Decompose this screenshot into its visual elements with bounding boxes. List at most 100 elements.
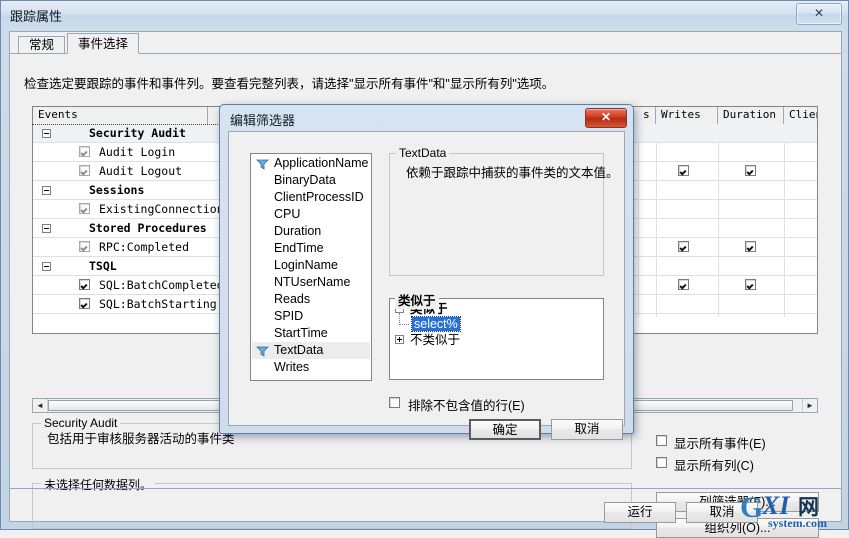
window-title: 跟踪属性 [10,9,63,24]
list-item[interactable]: Writes [252,359,370,376]
list-item-label: EndTime [274,241,324,255]
row-label: Audit Login [99,145,176,159]
footer-separator [9,488,842,489]
list-item-label: LoginName [274,258,338,272]
tab-general[interactable]: 常规 [18,36,66,54]
scroll-right-icon[interactable]: ► [802,399,817,412]
column-header-writes[interactable]: Writes [656,107,718,124]
list-item-label: StartTime [274,326,328,340]
filter-detail-text: 依赖于跟踪中捕获的事件类的文本值。 [406,166,619,180]
list-item[interactable]: SPID [252,308,370,325]
column-header-duration[interactable]: Duration [718,107,784,124]
checkbox-box[interactable] [656,457,667,468]
row-checkbox[interactable] [79,298,90,309]
list-item-label: NTUserName [274,275,351,289]
list-item-label: Reads [274,292,311,306]
expander-icon[interactable] [42,262,51,271]
row-label: ExistingConnection [99,202,224,216]
checkbox-box[interactable] [389,397,400,408]
list-item[interactable]: StartTime [252,325,370,342]
window-close-button[interactable]: ✕ [796,3,842,25]
exclude-rows-label: 排除不包含值的行(E) [408,399,525,413]
list-item[interactable]: Duration [252,223,370,240]
column-header-events[interactable]: Events [33,107,208,124]
tabstrip: 常规 事件选择 [10,32,841,54]
dialog-titlebar: 编辑筛选器 ✕ [220,105,633,131]
list-item-label: ApplicationName [274,156,369,170]
close-icon: ✕ [600,110,612,124]
list-item-label: Duration [274,224,322,238]
event-info-caption: Security Audit [41,416,121,430]
row-label: SQL:BatchCompleted [99,278,224,292]
expander-icon[interactable] [42,224,51,233]
filter-node-not-like[interactable]: 不类似于 [410,333,460,347]
list-item[interactable]: ClientProcessID [252,189,370,206]
list-item-selected[interactable]: TextData [252,342,370,359]
run-button[interactable]: 运行 [604,502,676,523]
list-item-label: CPU [274,207,301,221]
dialog-cancel-button[interactable]: 取消 [551,419,623,440]
row-label: Stored Procedures [89,221,207,235]
cell-checkbox-writes[interactable] [678,165,689,176]
list-item[interactable]: ApplicationName [252,155,370,172]
footer-cancel-button[interactable]: 取消 [686,502,758,523]
column-header-clientprocessid[interactable]: ClientProc [784,107,817,124]
funnel-icon [256,158,269,170]
filter-value-selected[interactable]: select% [411,316,461,332]
column-header-reads[interactable]: s [638,107,656,124]
row-checkbox[interactable] [79,165,90,176]
list-item[interactable]: BinaryData [252,172,370,189]
expander-icon[interactable] [42,129,51,138]
row-checkbox[interactable] [79,279,90,290]
filter-column-list[interactable]: ApplicationName BinaryData ClientProcess… [250,153,372,381]
list-item-label: Writes [274,360,310,374]
row-label: Audit Logout [99,164,183,178]
row-label: Sessions [89,183,145,197]
show-all-events-label: 显示所有事件(E) [674,437,766,451]
list-item[interactable]: LoginName [252,257,370,274]
scroll-left-icon[interactable]: ◄ [33,399,48,412]
cell-checkbox-duration[interactable] [745,241,756,252]
expander-icon[interactable] [42,186,51,195]
dialog-title: 编辑筛选器 [230,113,296,128]
close-icon: ✕ [813,6,825,20]
window-titlebar: 跟踪属性 ✕ [1,1,848,29]
list-item-label: SPID [274,309,304,323]
filter-tree[interactable]: 类似于 select% 不类似于 [389,298,604,380]
dialog-close-button[interactable]: ✕ [585,108,627,128]
list-item[interactable]: NTUserName [252,274,370,291]
cell-checkbox-duration[interactable] [745,279,756,290]
list-item[interactable]: CPU [252,206,370,223]
cell-checkbox-duration[interactable] [745,165,756,176]
dialog-body: ApplicationName BinaryData ClientProcess… [228,131,625,440]
list-item-label: ClientProcessID [274,190,364,204]
page-description: 检查选定要跟踪的事件和事件列。要查看完整列表，请选择"显示所有事件"和"显示所有… [24,77,555,91]
filter-tree-caption: 类似于 [395,290,439,309]
dialog-ok-button[interactable]: 确定 [469,419,541,440]
event-info-text: 包括用于审核服务器活动的事件类 [47,432,235,446]
trace-properties-window: 跟踪属性 ✕ 常规 事件选择 检查选定要跟踪的事件和事件列。要查看完整列表，请选… [0,0,849,538]
row-label: Security Audit [89,126,186,140]
row-label: RPC:Completed [99,240,190,254]
column-info-group: 未选择任何数据列。 [32,476,632,529]
list-item[interactable]: EndTime [252,240,370,257]
checkbox-box[interactable] [656,435,667,446]
cell-checkbox-writes[interactable] [678,279,689,290]
cell-checkbox-writes[interactable] [678,241,689,252]
filter-detail-group: TextData 依赖于跟踪中捕获的事件类的文本值。 [389,146,619,276]
row-label: SQL:BatchStarting [99,297,217,311]
row-checkbox[interactable] [79,146,90,157]
expand-icon-not-like[interactable] [395,335,404,344]
list-item-label: BinaryData [274,173,336,187]
row-label: TSQL [89,259,117,273]
show-all-columns-label: 显示所有列(C) [674,459,754,473]
tab-events-selection[interactable]: 事件选择 [67,33,140,54]
column-info-caption: 未选择任何数据列。 [41,476,156,493]
funnel-icon [256,345,269,357]
list-item-label: TextData [274,343,324,357]
edit-filter-dialog: 编辑筛选器 ✕ ApplicationName BinaryData Clien… [219,104,634,440]
row-checkbox[interactable] [79,241,90,252]
list-item[interactable]: Reads [252,291,370,308]
row-checkbox[interactable] [79,203,90,214]
filter-detail-caption: TextData [396,146,450,160]
